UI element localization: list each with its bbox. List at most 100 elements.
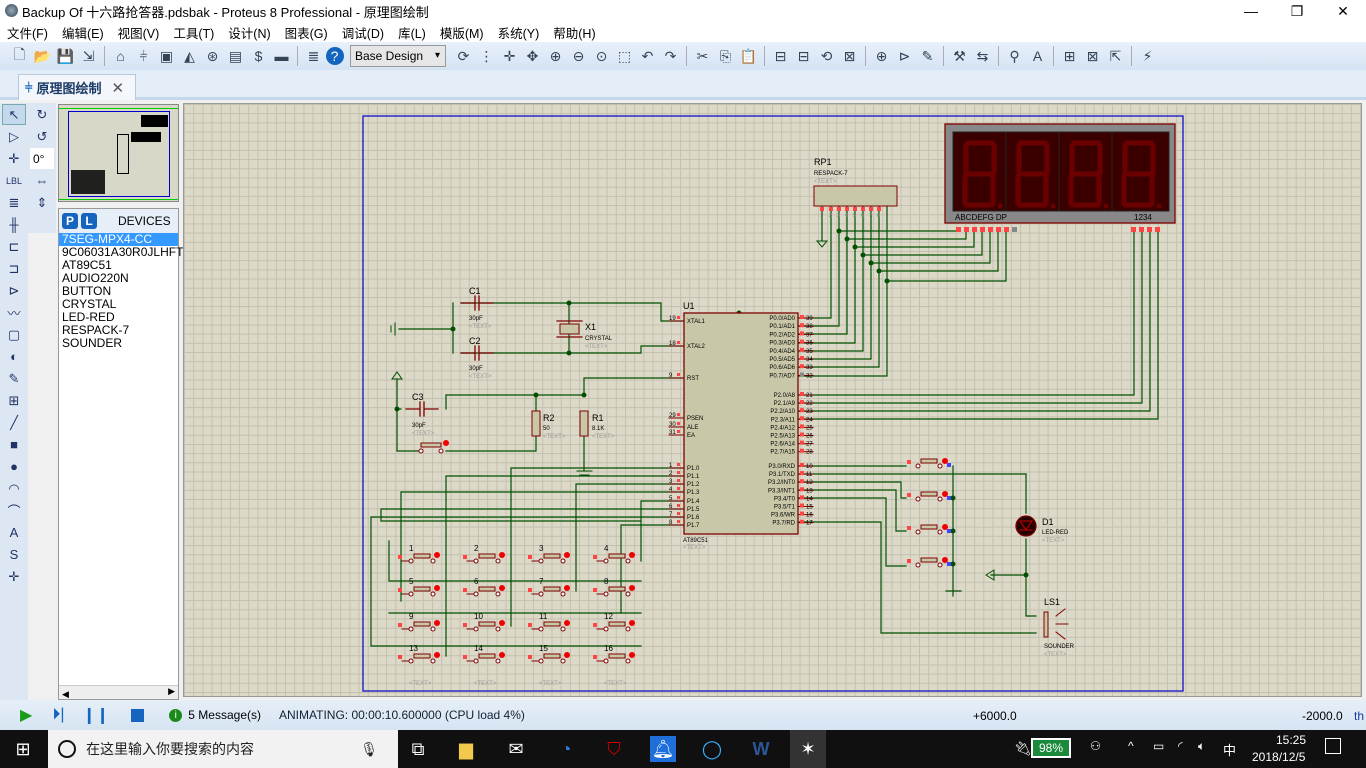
- push-button[interactable]: 10: [463, 612, 505, 632]
- text-icon[interactable]: A: [2, 522, 26, 543]
- overview-viewport[interactable]: [68, 111, 170, 197]
- show-hidden-icons[interactable]: ^: [1128, 739, 1134, 753]
- block-delete-icon[interactable]: ⊠: [839, 45, 861, 67]
- menu-item[interactable]: 设计(N): [221, 23, 277, 42]
- pause-icon[interactable]: ❙❙: [82, 705, 109, 725]
- new-file-icon[interactable]: 🗋: [9, 45, 31, 67]
- wire-autorouter-icon[interactable]: ⇆: [972, 45, 994, 67]
- virtual-instruments-icon[interactable]: ⊞: [2, 390, 26, 411]
- stop-icon[interactable]: [131, 708, 145, 722]
- cut-icon[interactable]: ✂: [692, 45, 714, 67]
- proteus-taskbar-icon[interactable]: ✶: [790, 730, 826, 768]
- push-button[interactable]: 7: [528, 577, 570, 597]
- push-button[interactable]: [907, 491, 951, 502]
- task-view-icon[interactable]: ⧉: [405, 736, 431, 762]
- origin-icon[interactable]: ✛: [499, 45, 521, 67]
- selection-icon[interactable]: ↖: [2, 104, 26, 125]
- battery-indicator[interactable]: 98%: [1031, 738, 1071, 758]
- buses-icon[interactable]: ╫: [2, 214, 26, 235]
- rotation-angle-field[interactable]: 0°: [30, 148, 54, 169]
- tab-close-icon[interactable]: ✕: [111, 79, 124, 97]
- decompose-icon[interactable]: ⚒: [949, 45, 971, 67]
- path-icon[interactable]: ⌒: [2, 500, 26, 521]
- active-popup-icon[interactable]: ▢: [2, 324, 26, 345]
- push-button[interactable]: [907, 557, 951, 568]
- push-button[interactable]: 13 <TEXT>: [398, 644, 440, 687]
- flip-vertical-icon[interactable]: ⇕: [30, 192, 54, 213]
- circle-icon[interactable]: ●: [2, 456, 26, 477]
- push-button[interactable]: 11: [528, 612, 570, 632]
- block-move-icon[interactable]: ⊟: [793, 45, 815, 67]
- symbol-icon[interactable]: S: [2, 544, 26, 565]
- box-icon[interactable]: ■: [2, 434, 26, 455]
- menu-item[interactable]: 编辑(E): [55, 23, 111, 42]
- push-button[interactable]: 8: [593, 577, 635, 597]
- minimize-button[interactable]: —: [1228, 0, 1274, 22]
- generator-icon[interactable]: ◐: [2, 346, 26, 367]
- clock-time[interactable]: 15:25: [1276, 733, 1306, 747]
- menu-item[interactable]: 帮助(H): [546, 23, 602, 42]
- clock-app-icon[interactable]: ◔: [553, 736, 579, 762]
- marker-icon[interactable]: ✛: [2, 566, 26, 587]
- text-script-icon[interactable]: ≣: [2, 192, 26, 213]
- menu-item[interactable]: 工具(T): [166, 23, 221, 42]
- mcafee-icon[interactable]: ⛉: [601, 736, 627, 762]
- component-icon[interactable]: ▷: [2, 126, 26, 147]
- package-tool-icon[interactable]: ✎: [917, 45, 939, 67]
- microphone-icon[interactable]: 🎙︎: [360, 741, 378, 758]
- volume-icon[interactable]: 🔈︎: [1198, 739, 1205, 754]
- refresh-icon[interactable]: ⟳: [453, 45, 475, 67]
- menu-item[interactable]: 模版(M): [433, 23, 491, 42]
- push-button[interactable]: 16 <TEXT>: [593, 644, 635, 687]
- remove-sheet-icon[interactable]: ⊠: [1082, 45, 1104, 67]
- file-explorer-icon[interactable]: ▆: [453, 736, 479, 762]
- pick-device-icon[interactable]: ⊕: [871, 45, 893, 67]
- library-manager-button[interactable]: L: [81, 213, 97, 229]
- tab-schematic-capture[interactable]: ⫩ 原理图绘制 ✕: [18, 74, 136, 100]
- open-folder-icon[interactable]: 📂: [32, 45, 54, 67]
- wifi-icon[interactable]: ◜: [1178, 739, 1183, 753]
- menu-item[interactable]: 图表(G): [278, 23, 335, 42]
- pick-devices-button[interactable]: P: [62, 213, 78, 229]
- push-button[interactable]: 15 <TEXT>: [528, 644, 570, 687]
- block-rotate-icon[interactable]: ⟲: [816, 45, 838, 67]
- save-icon[interactable]: 💾: [55, 45, 77, 67]
- rotate-anticlockwise-icon[interactable]: ↺: [30, 126, 54, 147]
- push-button[interactable]: 3: [528, 544, 570, 564]
- property-assign-icon[interactable]: A: [1027, 45, 1049, 67]
- device-item[interactable]: SOUNDER: [59, 337, 178, 350]
- rotate-clockwise-icon[interactable]: ↻: [30, 104, 54, 125]
- grid-icon[interactable]: ⋮: [476, 45, 498, 67]
- notes-icon[interactable]: ≣: [303, 45, 325, 67]
- arc-icon[interactable]: ◠: [2, 478, 26, 499]
- overview-window[interactable]: [58, 104, 179, 202]
- messages-count[interactable]: 5 Message(s): [188, 708, 261, 722]
- step-icon[interactable]: ⏵︎|: [52, 706, 64, 724]
- ime-indicator[interactable]: 中: [1223, 740, 1236, 759]
- units-toggle[interactable]: th: [1354, 709, 1364, 723]
- led-d1[interactable]: D1 LED-RED <TEXT>: [1015, 515, 1069, 544]
- menu-item[interactable]: 文件(F): [0, 23, 55, 42]
- bom-icon[interactable]: ▤: [225, 45, 247, 67]
- redo-icon[interactable]: ↷: [660, 45, 682, 67]
- help-icon[interactable]: ?: [325, 47, 344, 65]
- action-center-icon[interactable]: [1325, 738, 1341, 754]
- menu-item[interactable]: 视图(V): [111, 23, 167, 42]
- copy-icon[interactable]: ⎘: [715, 45, 737, 67]
- power-status-icon[interactable]: ▭: [1153, 739, 1164, 753]
- goto-sheet-icon[interactable]: ⇱: [1105, 45, 1127, 67]
- import-icon[interactable]: ⇲: [78, 45, 100, 67]
- gerber-icon[interactable]: ⊛: [202, 45, 224, 67]
- windows-start-icon[interactable]: ⊞: [10, 736, 36, 762]
- menu-item[interactable]: 调试(D): [335, 23, 391, 42]
- subcircuit-icon[interactable]: ⊏: [2, 236, 26, 257]
- graph-icon[interactable]: 〰: [2, 302, 26, 323]
- seven-segment-display[interactable]: ABCDEFG DP 1234: [944, 123, 1176, 232]
- wire-label-icon[interactable]: LBL: [2, 170, 26, 191]
- menu-item[interactable]: 库(L): [391, 23, 433, 42]
- push-button[interactable]: 1: [398, 544, 440, 564]
- horizontal-scrollbar[interactable]: ◀ ▶: [59, 685, 178, 699]
- word-icon[interactable]: W: [748, 736, 774, 762]
- push-button[interactable]: 4: [593, 544, 635, 564]
- sounder-ls1[interactable]: LS1 SOUNDER <TEXT>: [1043, 597, 1075, 658]
